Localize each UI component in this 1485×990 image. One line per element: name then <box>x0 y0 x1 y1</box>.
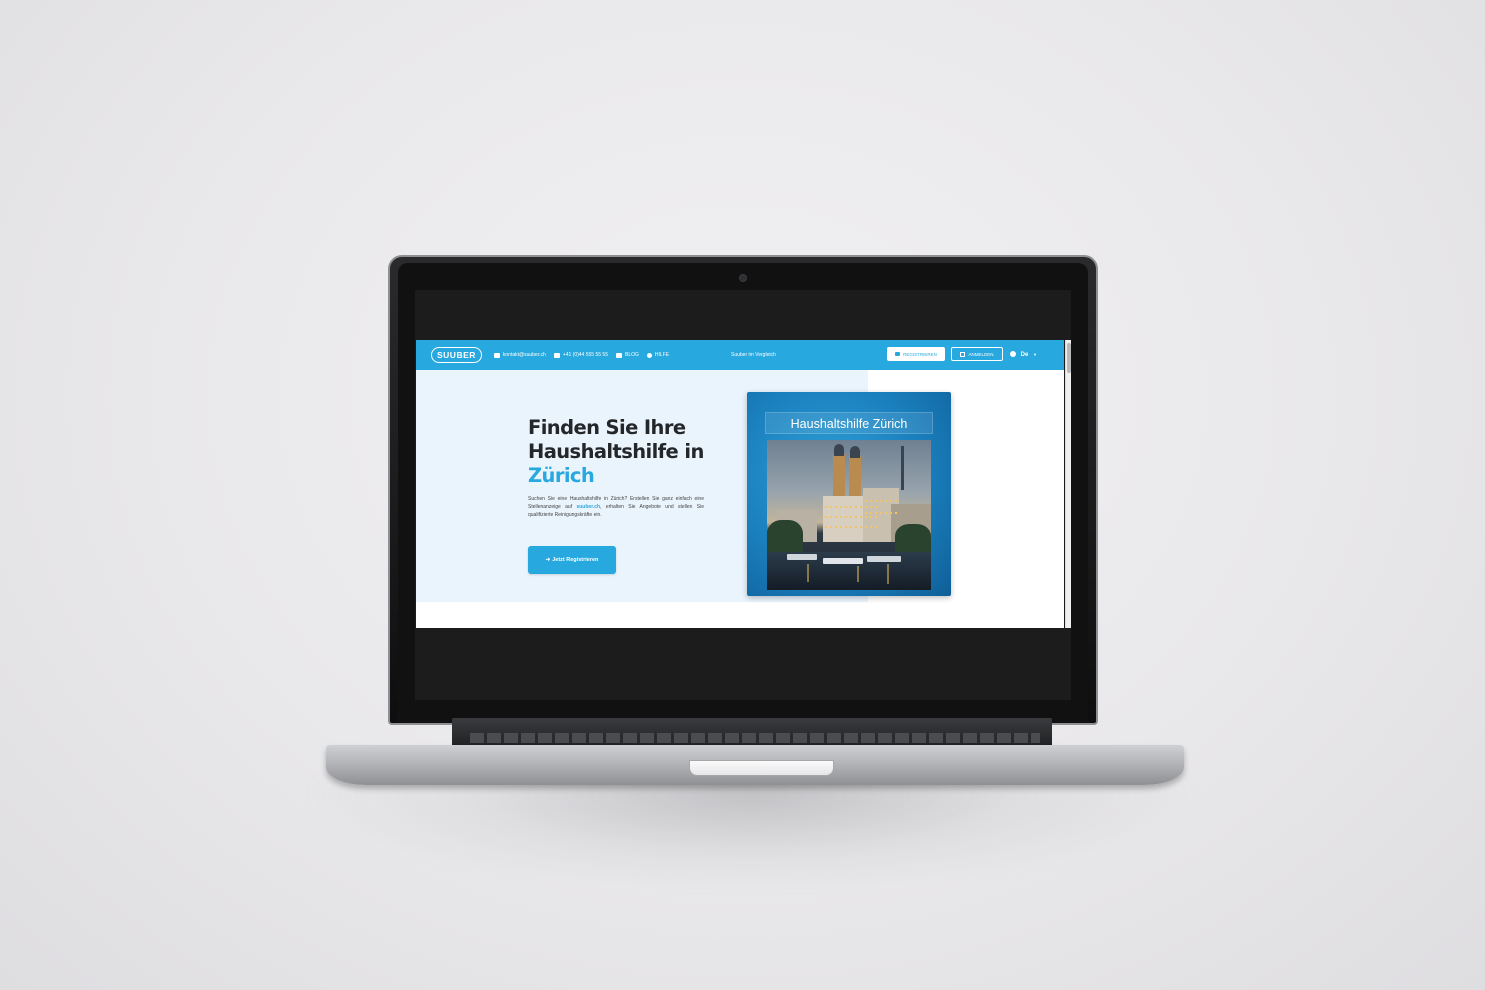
hero-title-line1: Finden Sie Ihre <box>528 416 686 439</box>
nav-blog[interactable]: BLOG <box>615 352 639 358</box>
register-now-button[interactable]: ➜ Jetzt Registrieren <box>528 546 616 574</box>
register-now-label: Jetzt Registrieren <box>552 557 599 563</box>
login-arrow-icon: ➜ <box>545 557 551 563</box>
hero-title-city: Zürich <box>528 464 595 487</box>
envelope-icon <box>493 352 500 358</box>
hero-description: Suchen Sie eine Haushaltshilfe in Zürich… <box>528 495 704 520</box>
city-card-title: Haushaltshilfe Zürich <box>765 412 933 434</box>
hero-desc-link[interactable]: suuber.ch <box>576 504 600 510</box>
language-selector[interactable]: De ▼ <box>1010 351 1037 358</box>
nav-phone-label: +41 (0)44 555 55 55 <box>562 352 608 358</box>
hero-title: Finden Sie Ihre Haushaltshilfe in Zürich <box>528 416 728 488</box>
chevron-down-icon: ▼ <box>1033 352 1037 357</box>
nav-help-label: HILFE <box>654 352 670 358</box>
nav-compare-link[interactable]: Suuber im Vergleich <box>731 352 776 358</box>
laptop-screen: SUUBER kontakt@suuber.ch +41 (0)44 555 5… <box>415 290 1071 700</box>
user-plus-icon <box>895 352 901 356</box>
blog-icon <box>615 352 622 358</box>
hero-title-line2: Haushaltshilfe in <box>528 440 704 463</box>
camera-icon <box>740 275 746 281</box>
laptop-shadow <box>300 770 1200 890</box>
nav-help[interactable]: HILFE <box>646 352 670 358</box>
webpage: SUUBER kontakt@suuber.ch +41 (0)44 555 5… <box>416 340 1064 628</box>
nav-email[interactable]: kontakt@suuber.ch <box>493 352 546 358</box>
phone-icon <box>553 352 560 358</box>
globe-icon <box>1010 351 1016 357</box>
login-icon <box>960 351 966 357</box>
city-card: Haushaltshilfe Zürich <box>747 392 951 596</box>
page-scrollbar[interactable] <box>1065 340 1071 628</box>
nav-phone[interactable]: +41 (0)44 555 55 55 <box>553 352 608 358</box>
help-icon <box>646 352 652 358</box>
nav-blog-label: BLOG <box>624 352 639 358</box>
top-navbar: SUUBER kontakt@suuber.ch +41 (0)44 555 5… <box>416 340 1064 370</box>
site-logo[interactable]: SUUBER <box>431 347 482 363</box>
scrollbar-thumb[interactable] <box>1067 343 1071 373</box>
login-button[interactable]: ANMELDEN <box>951 347 1003 361</box>
register-button[interactable]: REGISTRIEREN <box>887 347 945 361</box>
keyboard-keys <box>470 733 1040 743</box>
nav-email-label: kontakt@suuber.ch <box>502 352 546 358</box>
register-button-label: REGISTRIEREN <box>903 351 937 357</box>
zurich-photo <box>767 440 931 590</box>
language-label: De <box>1020 352 1029 358</box>
login-button-label: ANMELDEN <box>968 351 994 357</box>
laptop-opening-notch <box>689 760 834 776</box>
